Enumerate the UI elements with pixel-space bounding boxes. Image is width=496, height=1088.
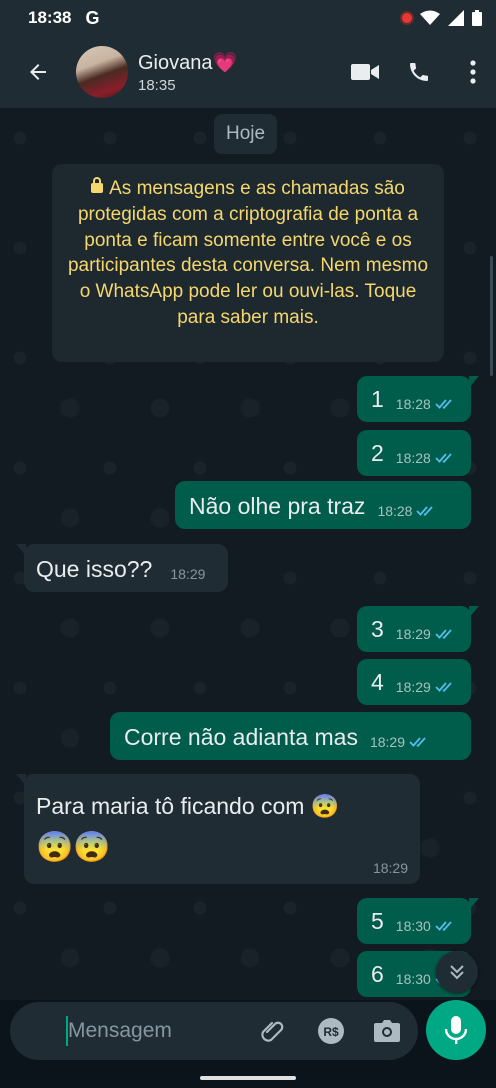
chat-scrollbar[interactable] xyxy=(490,256,493,376)
attach-icon xyxy=(261,1021,284,1042)
recording-indicator-icon xyxy=(402,13,412,23)
message-time: 18:29 xyxy=(369,734,406,750)
status-time: 18:38 xyxy=(28,8,72,27)
video-call-icon xyxy=(351,64,379,80)
payment-button[interactable]: R$ xyxy=(316,1016,346,1046)
lock-icon xyxy=(91,177,104,193)
message-bubble-outgoing[interactable]: Não olhe pra traz 18:28 xyxy=(175,481,471,529)
contact-name: Giovana💗 xyxy=(138,52,238,74)
message-time: 18:29 xyxy=(395,626,431,642)
message-time: 18:28 xyxy=(395,450,431,466)
voice-message-button[interactable] xyxy=(426,1000,486,1060)
message-text-emoji: 😨😨 xyxy=(36,831,111,864)
read-ticks-icon xyxy=(435,681,455,693)
message-meta: 18:28 xyxy=(396,450,455,466)
camera-icon xyxy=(374,1020,400,1042)
google-badge: G xyxy=(85,7,100,28)
encryption-notice-text: As mensagens e as chamadas são protegida… xyxy=(67,178,429,328)
message-bubble-outgoing[interactable]: 5 18:30 xyxy=(357,898,479,944)
message-text: 2 xyxy=(371,440,384,466)
message-bubble-outgoing[interactable]: 1 18:28 xyxy=(357,376,479,422)
read-ticks-icon xyxy=(435,628,455,640)
status-icons xyxy=(402,10,482,26)
message-bubble-outgoing[interactable]: 4 18:29 xyxy=(357,659,471,705)
message-time: 18:30 xyxy=(395,971,431,987)
message-text: Corre não adianta mas xyxy=(124,724,358,750)
read-ticks-icon xyxy=(409,736,429,748)
mic-icon xyxy=(445,1016,467,1044)
message-bubble-outgoing[interactable]: Corre não adianta mas 18:29 xyxy=(110,712,471,760)
message-time: 18:29 xyxy=(395,679,431,695)
message-text: 1 xyxy=(371,386,384,412)
voice-call-button[interactable] xyxy=(396,49,442,95)
more-options-button[interactable] xyxy=(450,49,496,95)
message-time: 18:29 xyxy=(372,860,408,876)
read-ticks-icon xyxy=(416,505,436,517)
message-meta: 18:28 xyxy=(377,503,436,519)
message-text: Para maria tô ficando com 😨 xyxy=(36,793,340,819)
attach-button[interactable] xyxy=(258,1016,288,1046)
message-text: Que isso?? xyxy=(36,556,153,582)
last-seen: 18:35 xyxy=(138,77,176,94)
message-time: 18:30 xyxy=(395,918,431,934)
more-vert-icon xyxy=(470,60,476,84)
message-meta: 18:28 xyxy=(396,396,455,412)
message-text: 5 xyxy=(371,908,384,934)
contact-info[interactable]: Giovana💗 18:35 xyxy=(138,50,237,94)
read-ticks-icon xyxy=(435,920,455,932)
back-arrow-icon xyxy=(30,64,46,80)
home-gesture-handle[interactable] xyxy=(200,1076,296,1080)
video-call-button[interactable] xyxy=(342,49,388,95)
contact-avatar[interactable] xyxy=(76,46,128,98)
encryption-notice[interactable]: As mensagens e as chamadas são protegida… xyxy=(52,164,444,362)
read-ticks-icon xyxy=(435,398,455,410)
message-text: 4 xyxy=(371,669,384,695)
svg-text:R$: R$ xyxy=(323,1025,339,1039)
system-nav-bar xyxy=(0,1062,496,1088)
message-bubble-outgoing[interactable]: 2 18:28 xyxy=(357,430,471,476)
status-bar: 18:38 G xyxy=(0,0,496,36)
message-meta: 18:29 xyxy=(396,626,455,642)
phone-icon xyxy=(410,63,428,81)
composer-bar: R$ xyxy=(0,1000,496,1062)
message-input-container[interactable]: R$ xyxy=(10,1002,418,1060)
message-text: 6 xyxy=(371,961,384,987)
wifi-icon xyxy=(420,10,440,25)
back-button[interactable] xyxy=(18,52,58,92)
message-meta: 18:29 xyxy=(370,734,429,750)
message-bubble-incoming[interactable]: Que isso?? 18:29 xyxy=(16,544,228,592)
scroll-to-bottom-button[interactable] xyxy=(436,951,478,993)
message-meta: 18:30 xyxy=(396,918,455,934)
date-chip: Hoje xyxy=(214,114,278,154)
camera-button[interactable] xyxy=(372,1016,402,1046)
message-bubble-outgoing[interactable]: 3 18:29 xyxy=(357,606,479,652)
signal-icon xyxy=(448,10,464,26)
payment-icon: R$ xyxy=(318,1018,344,1044)
message-time: 18:28 xyxy=(395,396,431,412)
chat-area[interactable]: Hoje As mensagens e as chamadas são prot… xyxy=(0,108,496,1000)
battery-icon xyxy=(472,10,482,26)
message-meta: 18:29 xyxy=(396,679,455,695)
chat-header: Giovana💗 18:35 xyxy=(0,36,496,108)
message-time: 18:29 xyxy=(170,566,206,582)
message-text: 3 xyxy=(371,616,384,642)
message-bubble-incoming[interactable]: Para maria tô ficando com 😨 😨😨 18:29 xyxy=(16,774,420,884)
read-ticks-icon xyxy=(435,452,455,464)
double-chevron-down-icon xyxy=(450,965,464,980)
message-meta: 18:29 xyxy=(373,860,408,876)
message-time: 18:28 xyxy=(377,503,413,519)
message-input[interactable] xyxy=(68,1019,248,1043)
message-meta: 18:29 xyxy=(170,566,205,582)
message-text: Não olhe pra traz xyxy=(189,493,366,519)
header-actions xyxy=(334,49,496,95)
